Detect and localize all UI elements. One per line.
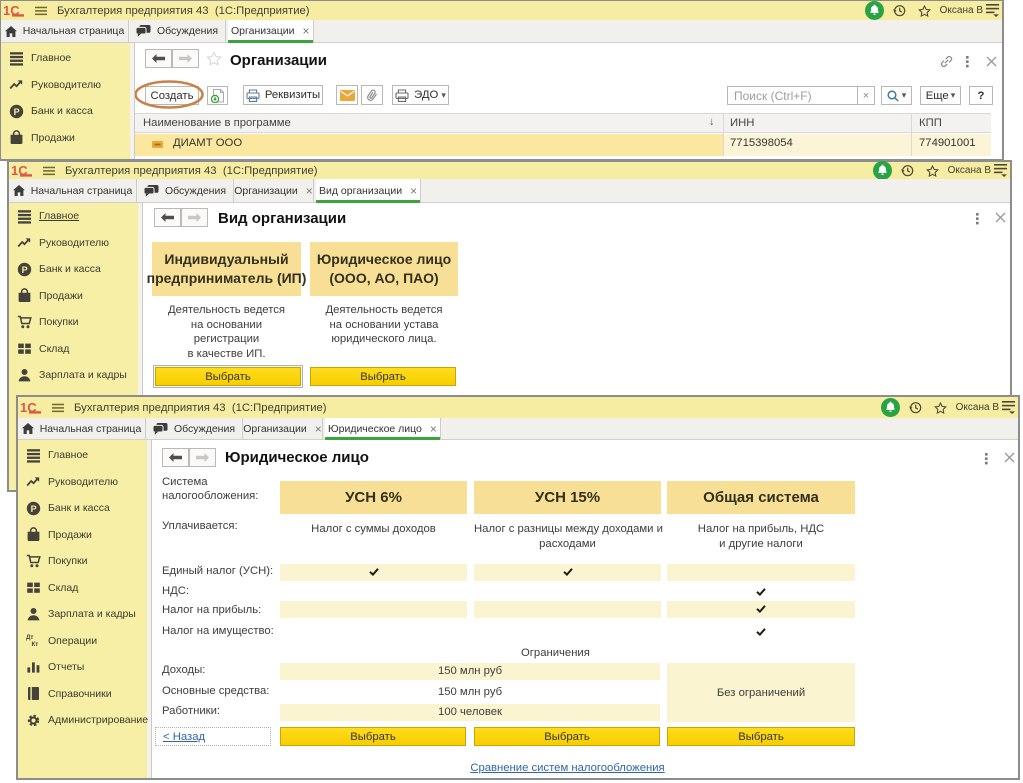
svg-text:Кт: Кт (32, 641, 39, 648)
svg-text:Р: Р (22, 265, 28, 275)
svg-text:Р: Р (31, 504, 37, 514)
svg-text:Р: Р (14, 107, 20, 117)
svg-text:Дт: Дт (26, 634, 33, 641)
